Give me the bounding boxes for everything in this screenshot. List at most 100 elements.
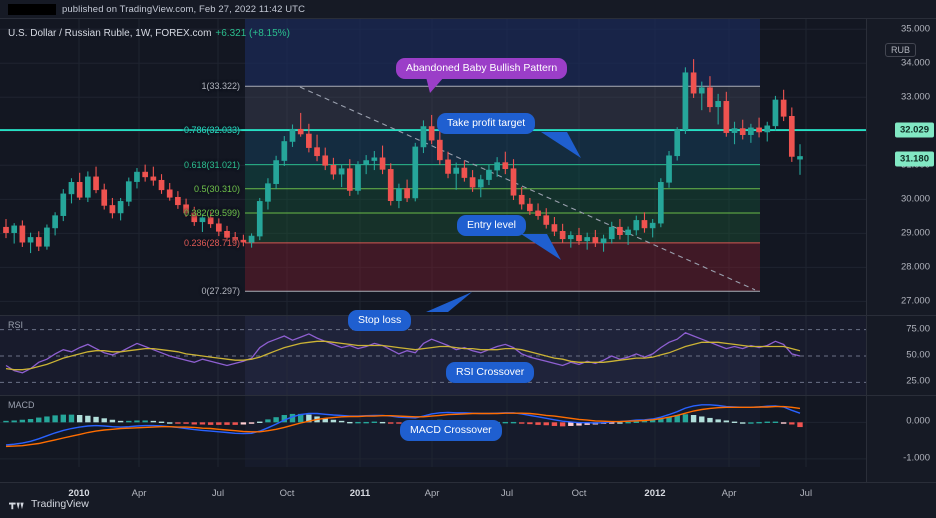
candle-body [379, 157, 386, 170]
time-tick: Oct [571, 488, 587, 499]
time-tick: Apr [131, 488, 147, 499]
macd-histogram-bar [347, 421, 353, 424]
candle-body [371, 157, 378, 161]
candle-body [633, 220, 640, 231]
price-badge[interactable]: 31.180 [894, 151, 934, 167]
tradingview-brand: TradingView [9, 498, 89, 510]
candle-body [224, 231, 230, 238]
candle-body [134, 171, 140, 182]
candle-body [428, 126, 435, 141]
candle-body [772, 99, 779, 127]
price-tick: 29.000 [900, 227, 930, 239]
candle-body [690, 72, 697, 94]
candle-body [150, 176, 157, 181]
candle-body [396, 188, 402, 201]
macd-histogram-bar [756, 421, 762, 424]
candle-body [592, 237, 599, 244]
macd-histogram-bar [682, 414, 689, 423]
rsi-tick: 75.00 [906, 323, 930, 335]
candle-body [183, 204, 189, 214]
candle-body [289, 128, 296, 142]
candle-body [617, 226, 623, 236]
tradingview-logo-icon [9, 502, 24, 509]
take-profit-callout[interactable]: Take profit target [437, 113, 536, 135]
time-tick: Jul [211, 488, 225, 499]
tradingview-chart-screenshot: published on TradingView.com, Feb 27, 20… [0, 0, 936, 518]
macd-histogram-bar [52, 415, 58, 423]
candle-body [707, 87, 713, 108]
macd-histogram-bar [85, 415, 91, 423]
macd-histogram-bar [273, 417, 279, 423]
candle-body [780, 99, 787, 117]
time-axis[interactable]: 2010 Apr Jul Oct 2011 Apr Jul Oct 2012 Apr Jul [0, 482, 936, 502]
candle-body [273, 160, 279, 184]
candle-body [641, 220, 648, 229]
candle-body [756, 127, 762, 133]
abandoned-baby-callout[interactable]: Abandoned Baby Bullish Pattern [396, 58, 568, 80]
macd-tick: 0.000 [906, 415, 930, 427]
rsi-crossover-callout[interactable]: RSI Crossover [446, 362, 535, 384]
candle-body [117, 201, 124, 214]
candle-body [387, 169, 394, 201]
price-axis[interactable]: 35.00034.00033.00032.00031.00030.00029.0… [866, 19, 936, 483]
macd-histogram-bar [355, 421, 361, 424]
candle-body [698, 87, 705, 94]
macd-histogram-bar [224, 422, 230, 425]
candle-body [306, 133, 312, 148]
macd-histogram-bar [772, 421, 779, 423]
candle-body [363, 160, 370, 165]
candle-body [502, 162, 509, 170]
macd-histogram-bar [518, 422, 525, 424]
candle-body [3, 226, 9, 233]
candle-body [11, 225, 18, 233]
currency-badge: RUB [884, 43, 916, 57]
macd-histogram-bar [191, 422, 197, 425]
candle-body [797, 156, 803, 160]
candle-body [412, 146, 419, 199]
candle-body [191, 212, 198, 223]
candle-body [551, 224, 558, 232]
candle-body [27, 237, 34, 243]
candle-body [436, 139, 443, 161]
candle-body [199, 217, 206, 223]
macd-histogram-bar [183, 422, 189, 424]
macd-histogram-bar [27, 419, 34, 423]
candle-body [142, 171, 148, 178]
candle-body [85, 176, 91, 198]
candle-body [314, 147, 320, 157]
macd-histogram-bar [789, 422, 795, 425]
candle-body [330, 164, 337, 175]
candle-body [68, 182, 75, 195]
candle-body [723, 101, 730, 133]
candle-body [207, 217, 214, 225]
price-tick: 28.000 [900, 261, 930, 273]
candle-body [510, 168, 517, 196]
stop-loss-callout[interactable]: Stop loss [348, 310, 412, 332]
entry-level-callout[interactable]: Entry level [457, 215, 527, 237]
macd-histogram-bar [11, 420, 17, 423]
candle-body [453, 167, 460, 174]
symbol-title: U.S. Dollar / Russian Ruble, 1W, FOREX.c… [8, 28, 212, 39]
time-tick: Oct [279, 488, 295, 499]
macd-crossover-callout[interactable]: MACD Crossover [400, 420, 502, 442]
macd-histogram-bar [19, 419, 26, 423]
candle-body [125, 181, 132, 202]
macd-histogram-bar [150, 420, 157, 423]
macd-histogram-bar [748, 422, 754, 424]
macd-histogram-bar [248, 422, 255, 424]
price-badge[interactable]: 32.029 [894, 122, 934, 138]
price-tick: 30.000 [900, 193, 930, 205]
candle-body [420, 126, 427, 148]
axis-divider-macd [867, 395, 936, 396]
symbol-legend[interactable]: U.S. Dollar / Russian Ruble, 1W, FOREX.c… [8, 28, 290, 39]
time-tick: Jul [799, 488, 813, 499]
macd-histogram-bar [690, 415, 697, 423]
candle-body [76, 182, 83, 198]
candle-body [322, 155, 329, 166]
macd-histogram-bar [363, 421, 369, 424]
macd-histogram-bar [126, 420, 132, 423]
candle-body [600, 238, 607, 244]
price-tick: 34.000 [900, 57, 930, 69]
candle-body [256, 201, 263, 237]
candle-body [527, 203, 533, 212]
